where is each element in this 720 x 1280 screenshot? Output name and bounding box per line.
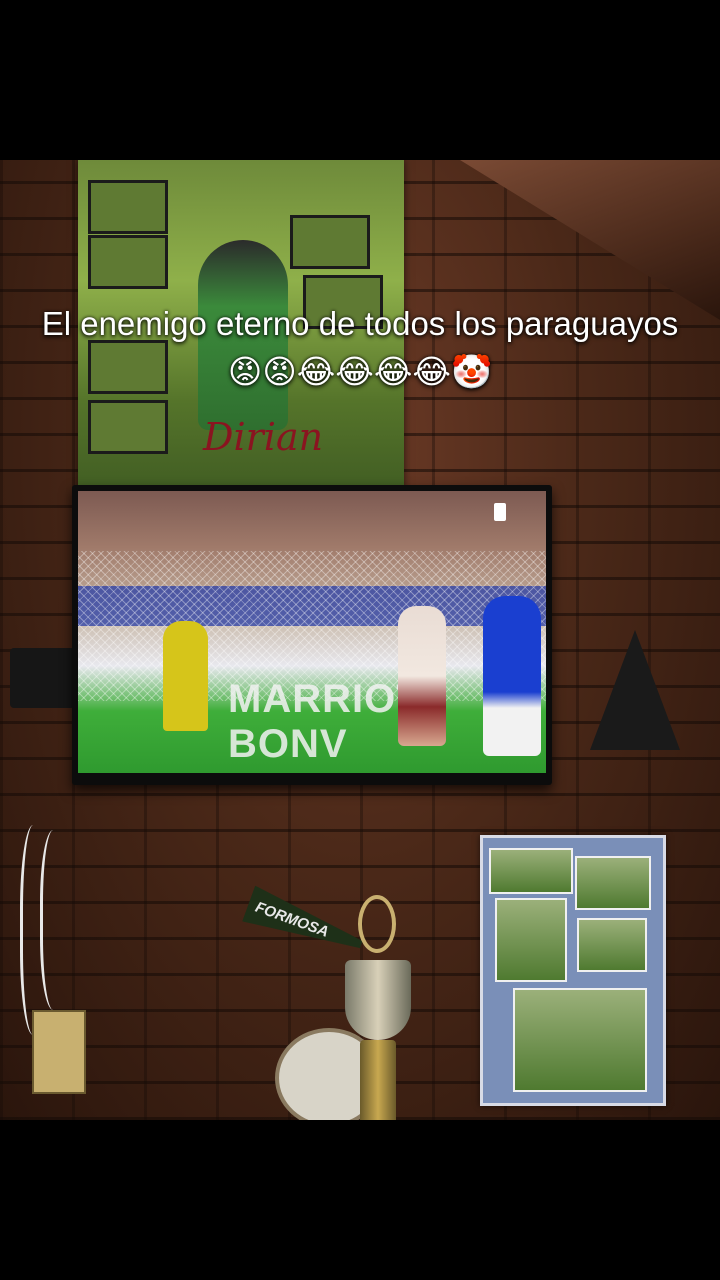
player-figure-blue [483, 596, 541, 756]
tv-screen: MARRIOTT BONV [78, 491, 546, 773]
television: MARRIOTT BONV [72, 485, 552, 785]
video-caption: El enemigo eterno de todos los paraguayo… [41, 305, 679, 390]
trophy-cup [345, 960, 411, 1040]
poster-photo-thumbnail [290, 215, 370, 269]
poster-photo-thumbnail [88, 180, 168, 234]
trophy-ornament [358, 895, 396, 953]
goalkeeper-figure [163, 621, 208, 731]
poster-photo-thumbnail [88, 400, 168, 454]
team-photo [575, 856, 651, 910]
formosa-pennant: FORMOSA [242, 886, 368, 963]
corner-shelf [590, 630, 680, 750]
team-photo [513, 988, 647, 1092]
wall-socket [32, 1010, 86, 1094]
team-photo-board [480, 835, 666, 1106]
team-photo [577, 918, 647, 972]
player-figure-white [398, 606, 446, 746]
poster-signature: Dirian [203, 415, 324, 459]
ceiling-corner [460, 160, 720, 320]
cable [40, 830, 73, 1010]
team-photo [489, 848, 573, 894]
wifi-router [10, 648, 75, 708]
poster-photo-thumbnail [88, 235, 168, 289]
pennant-text: FORMOSA [253, 898, 332, 941]
broadcast-logo-icon [494, 503, 506, 521]
team-photo [495, 898, 567, 982]
trophy-stem [360, 1040, 396, 1120]
